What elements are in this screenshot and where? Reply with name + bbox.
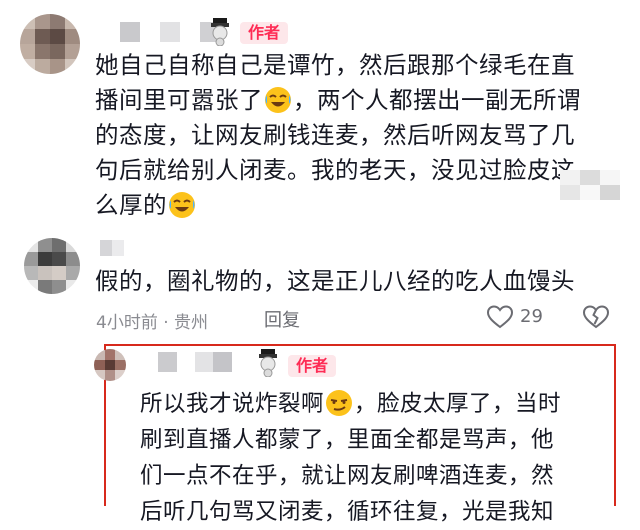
like-heart-icon[interactable] [486,304,514,330]
like-count: 29 [520,306,543,327]
commenter-avatar-2[interactable] [24,238,80,294]
comment-line: 句后就给别人闭麦。我的老天，没见过脸皮这 [95,156,575,184]
comment-text-1: 她自己自称自己是谭竹，然后跟那个绿毛在直 播间里可嚣张了 ，两个人都摆出一副无所… [95,48,615,223]
reply-text: 所以我才说炸裂啊 ，脸皮太厚了，当时 刷到直播人都蒙了，里面全都是骂声，他 们一… [140,386,610,530]
laugh-cry-emoji-icon [168,191,196,219]
comment-meta: 4小时前 · 贵州 [96,313,209,333]
author-badge: 作者 [240,22,288,44]
author-avatar[interactable] [94,349,126,381]
laugh-cry-emoji-icon [264,86,292,114]
blurred-region [560,170,620,200]
reply-line: 们一点不在乎，就让网友刷啤酒连麦，然 [140,463,555,489]
reply-line: 刷到直播人都蒙了，里面全都是骂声，他 [140,427,555,453]
author-name[interactable] [140,352,250,372]
reply-button[interactable]: 回复 [264,306,300,332]
user-emoji-icon [256,347,280,378]
dislike-broken-heart-icon[interactable] [582,304,610,330]
author-badge: 作者 [288,355,336,377]
comment-line: 她自己自称自己是谭竹，然后跟那个绿毛在直 [95,51,575,79]
commenter-avatar-1[interactable] [20,14,80,74]
reply-line: 后听几句骂又闭麦，循环往复，光是我知 [140,499,555,525]
comment-line: 么厚的 [95,188,615,223]
commenter-name-2[interactable] [100,240,124,256]
comment-line: 播间里可嚣张了 ，两个人都摆出一副无所谓 [95,86,581,114]
comment-text-2: 假的，圈礼物的，这是正儿八经的吃人血馒头 [95,267,575,295]
user-emoji-icon [208,16,232,47]
comment-line: 的态度，让网友刷钱连麦，然后听网友骂了几 [95,121,575,149]
commenter-name-1[interactable] [100,22,220,42]
smirk-emoji-icon [325,389,353,417]
reply-line: 所以我才说炸裂啊 ，脸皮太厚了，当时 [140,389,562,417]
